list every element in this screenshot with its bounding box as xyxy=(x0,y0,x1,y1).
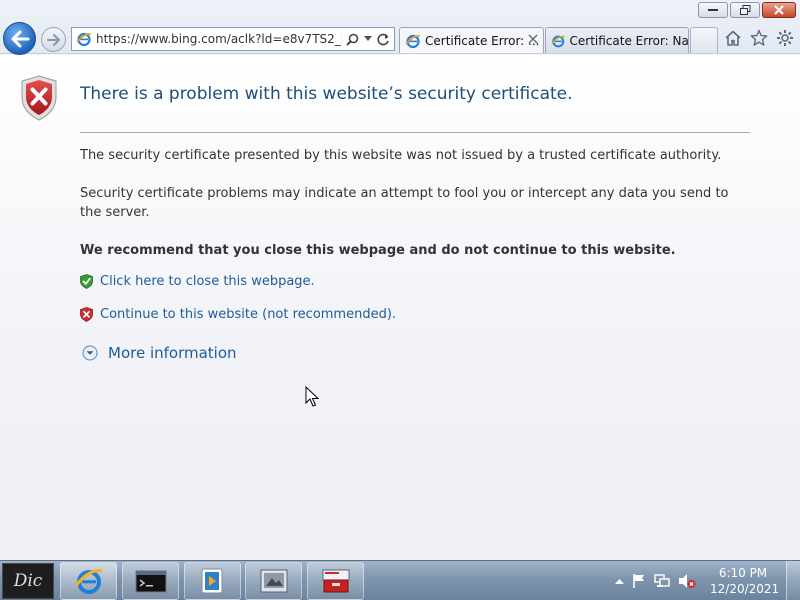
media-player-icon xyxy=(201,568,222,594)
tab-certificate-error-1[interactable]: Certificate Error: ... xyxy=(399,27,544,53)
address-url[interactable]: https://www.bing.com/aclk?ld=e8v7TS2_KrQ… xyxy=(96,32,342,46)
address-tools xyxy=(346,33,390,46)
image-viewer-icon xyxy=(260,569,287,593)
close-tab-icon[interactable] xyxy=(528,34,538,44)
ie-page-icon xyxy=(405,34,421,48)
close-webpage-link[interactable]: Click here to close this webpage. xyxy=(100,274,315,289)
show-hidden-icons-chevron-icon[interactable] xyxy=(615,578,624,585)
start-button[interactable]: Dic xyxy=(2,563,54,599)
close-icon xyxy=(774,5,784,15)
tools-gear-icon[interactable] xyxy=(776,29,794,47)
expand-chevron-icon[interactable] xyxy=(82,345,98,361)
page-title: There is a problem with this website’s s… xyxy=(80,84,573,104)
red-shield-error-icon xyxy=(21,75,57,121)
internet-explorer-icon xyxy=(74,569,102,594)
restore-button[interactable] xyxy=(730,2,760,18)
taskbar-item-toolbox-app[interactable] xyxy=(307,562,364,600)
ie-page-icon xyxy=(76,32,92,47)
continue-to-website-link[interactable]: Continue to this website (not recommende… xyxy=(100,307,396,322)
certificate-error-page: There is a problem with this website’s s… xyxy=(0,55,800,560)
favorites-star-icon[interactable] xyxy=(750,29,768,47)
dropdown-chevron-icon[interactable] xyxy=(364,36,372,42)
back-arrow-icon xyxy=(11,30,29,47)
system-clock[interactable]: 6:10 PM 12/20/2021 xyxy=(710,565,780,597)
window-controls xyxy=(698,2,796,18)
taskbar-item-media-player[interactable] xyxy=(184,562,241,600)
address-bar[interactable]: https://www.bing.com/aclk?ld=e8v7TS2_KrQ… xyxy=(71,27,395,51)
start-label: Dic xyxy=(13,571,43,591)
taskbar-item-image-viewer[interactable] xyxy=(245,562,302,600)
back-button[interactable] xyxy=(3,22,36,55)
action-center-flag-icon[interactable] xyxy=(632,573,646,589)
home-icon[interactable] xyxy=(724,29,742,47)
command-icons xyxy=(724,29,794,47)
more-information-toggle[interactable]: More information xyxy=(82,344,237,362)
show-desktop-button[interactable] xyxy=(786,561,800,600)
network-icon[interactable] xyxy=(654,573,670,589)
system-tray: 6:10 PM 12/20/2021 xyxy=(615,561,800,600)
close-webpage-row: Click here to close this webpage. xyxy=(80,274,315,289)
taskbar: Dic 6:10 PM 12/20/2021 xyxy=(0,560,800,600)
new-tab-button[interactable] xyxy=(690,27,718,53)
taskbar-item-internet-explorer[interactable] xyxy=(60,562,117,600)
forward-arrow-icon xyxy=(46,33,60,46)
tray-icons xyxy=(615,573,696,589)
issue-description: The security certificate presented by th… xyxy=(80,148,722,163)
clock-date: 12/20/2021 xyxy=(710,582,780,596)
tab-title: Certificate Error: ... xyxy=(425,33,540,48)
taskbar-item-command-prompt[interactable] xyxy=(122,562,179,600)
divider xyxy=(80,132,750,133)
search-icon[interactable] xyxy=(346,33,359,46)
minimize-button[interactable] xyxy=(698,2,728,18)
close-window-button[interactable] xyxy=(762,2,796,18)
mouse-pointer-icon xyxy=(305,386,319,407)
continue-row: Continue to this website (not recommende… xyxy=(80,307,396,322)
recommendation-text: We recommend that you close this webpage… xyxy=(80,243,676,258)
ie-page-icon xyxy=(551,34,565,47)
minimize-icon xyxy=(708,9,718,11)
volume-muted-icon[interactable] xyxy=(678,573,696,589)
tab-certificate-error-2[interactable]: Certificate Error: Na... xyxy=(545,27,689,53)
restore-icon xyxy=(739,5,750,15)
risk-description: Security certificate problems may indica… xyxy=(80,186,729,220)
clock-time: 6:10 PM xyxy=(718,566,768,580)
refresh-icon[interactable] xyxy=(377,33,390,46)
command-prompt-icon xyxy=(135,570,166,593)
toolbox-icon xyxy=(322,569,349,593)
more-information-label[interactable]: More information xyxy=(108,344,237,362)
browser-chrome: https://www.bing.com/aclk?ld=e8v7TS2_KrQ… xyxy=(0,0,800,55)
red-shield-x-icon xyxy=(80,307,93,322)
green-shield-check-icon xyxy=(80,274,93,289)
forward-button[interactable] xyxy=(41,27,66,52)
tab-title: Certificate Error: Na... xyxy=(569,33,689,48)
